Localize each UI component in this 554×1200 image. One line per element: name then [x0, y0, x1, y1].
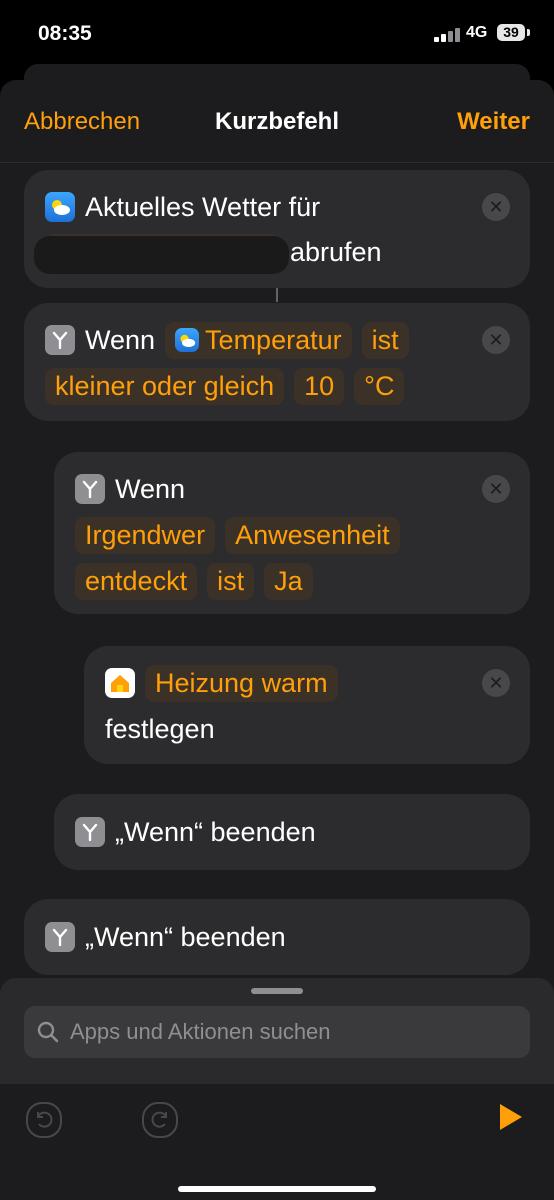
redo-icon[interactable] — [142, 1102, 178, 1138]
value-token[interactable]: 10 — [294, 367, 345, 405]
action-search-sheet: Apps und Aktionen suchen — [0, 978, 554, 1200]
weather-line-1: Aktuelles Wetter für — [45, 187, 330, 227]
status-time: 08:35 — [38, 22, 92, 45]
value-token[interactable]: Ja — [264, 562, 313, 600]
if-branch-icon — [45, 325, 75, 355]
weather-variable-icon — [175, 328, 200, 352]
home-line-1: Heizung warm — [105, 663, 348, 703]
action-get-weather[interactable]: Aktuelles Wetter für ✕ 12 abrufen — [24, 170, 530, 288]
network-type: 4G — [466, 24, 488, 41]
if2-line-1: Wenn — [75, 469, 195, 509]
search-field[interactable]: Apps und Aktionen suchen — [24, 1006, 530, 1058]
weather-app-icon — [45, 192, 75, 222]
home-line-2: festlegen — [105, 709, 225, 749]
action-if-temperature[interactable]: Wenn Temperatur ist ✕ kleiner oder gleic… — [24, 303, 530, 421]
state-token[interactable]: entdeckt — [75, 562, 198, 600]
if-branch-icon — [75, 474, 105, 504]
if1-keyword: Wenn — [85, 324, 156, 355]
if-branch-icon — [75, 817, 105, 847]
battery-icon: 39 — [497, 24, 525, 41]
operator-token[interactable]: ist — [361, 321, 409, 359]
operator-token[interactable]: ist — [207, 562, 255, 600]
end-if-inner-line: „Wenn“ beenden — [75, 812, 326, 852]
play-icon[interactable] — [498, 1102, 524, 1132]
condition-token[interactable]: kleiner oder gleich — [45, 367, 285, 405]
end-if-outer-line: „Wenn“ beenden — [45, 917, 296, 957]
property-token[interactable]: Anwesenheit — [225, 516, 400, 554]
end-if-label: „Wenn“ beenden — [85, 921, 286, 952]
home-app-icon — [105, 668, 135, 698]
remove-action-icon[interactable]: ✕ — [482, 475, 510, 503]
if2-line-3: entdeckt ist Ja — [75, 561, 323, 601]
editor-toolbar — [0, 1084, 554, 1200]
end-if-label: „Wenn“ beenden — [115, 816, 316, 847]
if-branch-icon — [45, 922, 75, 952]
weather-suffix: abrufen — [290, 236, 382, 267]
undo-icon[interactable] — [26, 1102, 62, 1138]
if2-line-2: Irgendwer Anwesenheit — [75, 515, 410, 555]
home-indicator — [178, 1186, 376, 1192]
scene-token[interactable]: Heizung warm — [145, 664, 338, 702]
search-placeholder: Apps und Aktionen suchen — [70, 1019, 331, 1044]
action-if-presence[interactable]: Wenn ✕ Irgendwer Anwesenheit entdeckt is… — [54, 452, 530, 614]
search-icon — [37, 1021, 59, 1043]
if1-line-2: kleiner oder gleich 10 °C — [45, 366, 414, 406]
unit-token[interactable]: °C — [354, 367, 405, 405]
next-button[interactable]: Weiter — [457, 108, 530, 136]
nav-bar: Abbrechen Kurzbefehl Weiter — [0, 80, 554, 163]
battery-tip — [527, 29, 530, 36]
signal-icon — [434, 26, 462, 42]
temperature-label: Temperatur — [205, 324, 342, 355]
weather-label: Aktuelles Wetter für — [85, 191, 321, 222]
status-bar: 08:35 4G 39 — [0, 0, 554, 64]
action-end-if-inner[interactable]: „Wenn“ beenden — [54, 794, 530, 870]
home-suffix: festlegen — [105, 713, 215, 744]
if1-line-1: Wenn Temperatur ist — [45, 320, 419, 360]
remove-action-icon[interactable]: ✕ — [482, 193, 510, 221]
action-end-if-outer[interactable]: „Wenn“ beenden — [24, 899, 530, 975]
grabber-handle[interactable] — [251, 988, 303, 994]
connector-line — [276, 288, 278, 302]
if2-keyword: Wenn — [115, 473, 186, 504]
remove-action-icon[interactable]: ✕ — [482, 669, 510, 697]
redaction-mark — [34, 236, 289, 274]
temperature-token[interactable]: Temperatur — [165, 321, 352, 359]
action-set-scene[interactable]: Heizung warm ✕ festlegen — [84, 646, 530, 764]
remove-action-icon[interactable]: ✕ — [482, 326, 510, 354]
who-token[interactable]: Irgendwer — [75, 516, 216, 554]
